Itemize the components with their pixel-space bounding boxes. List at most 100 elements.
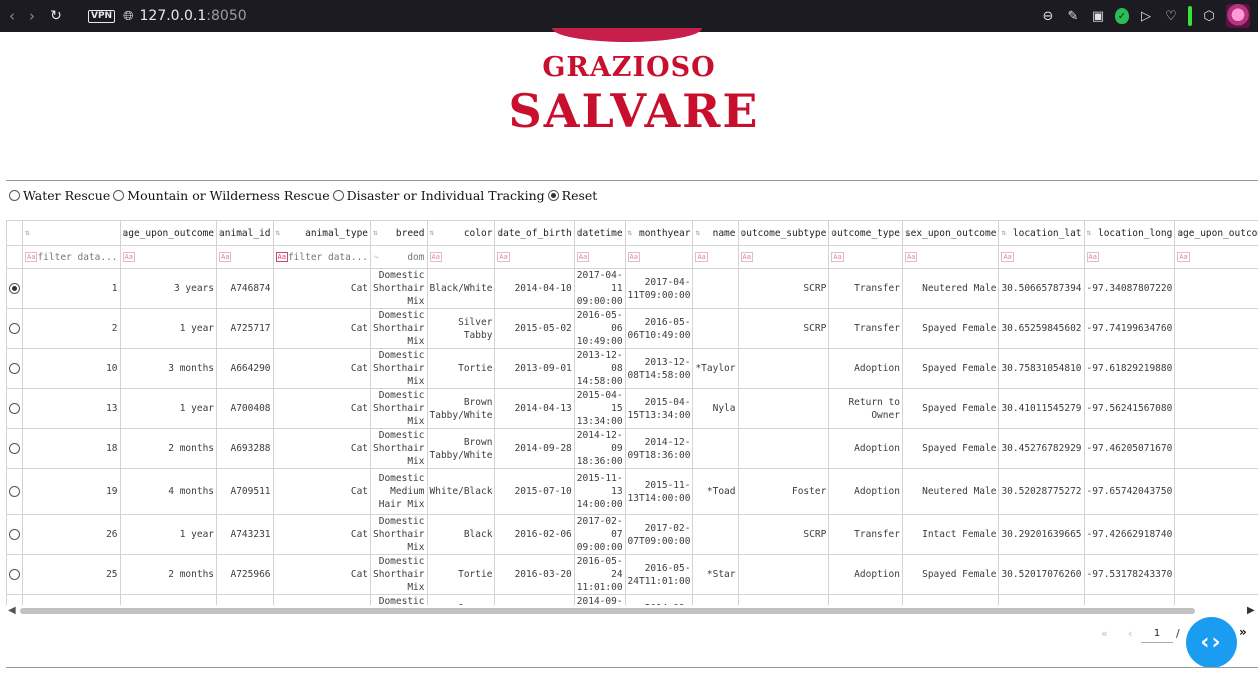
column-header[interactable]: ⇅ name — [692, 220, 739, 246]
table-row[interactable]: 323 monthsA687515CatDomestic Shorthair M… — [6, 594, 1258, 605]
column-header[interactable]: ⇅age_upon_outcome_in_weeks — [1174, 220, 1258, 246]
forward-icon[interactable]: › — [22, 7, 42, 25]
row-radio-button[interactable] — [9, 486, 20, 497]
case-sensitive-icon[interactable]: Aa — [695, 252, 708, 262]
row-radio-button[interactable] — [9, 569, 20, 580]
send-icon[interactable]: ▷ — [1138, 8, 1154, 24]
sort-icon[interactable]: ⇅ — [123, 228, 128, 237]
sort-icon[interactable]: ⇅ — [628, 228, 633, 237]
reload-icon[interactable]: ↻ — [46, 8, 66, 24]
sort-icon[interactable]: ⇅ — [695, 228, 700, 237]
first-page-button[interactable]: « — [1101, 627, 1108, 640]
filter-option[interactable]: Disaster or Individual Tracking — [332, 188, 545, 203]
row-select-cell[interactable] — [6, 308, 23, 349]
column-filter-cell[interactable]: Aa filter data... — [272, 245, 372, 269]
sort-icon[interactable]: ⇅ — [577, 228, 582, 237]
case-sensitive-icon[interactable]: Aa — [904, 252, 918, 262]
heart-icon[interactable]: ♡ — [1163, 8, 1179, 24]
table-row[interactable]: 21 year A725717 Cat Domestic Shorthair Mix S… — [6, 308, 1258, 349]
row-select-cell[interactable] — [6, 554, 23, 595]
table-row[interactable]: 26 1 year A743231 Cat Domestic Shorthair Mix… — [6, 514, 1258, 555]
column-header[interactable]: ⇅ datetime — [573, 220, 626, 246]
table-row[interactable]: 13 1 year A700408 Cat Domestic Shorthair Mix… — [6, 388, 1258, 429]
sort-icon[interactable]: ⇅ — [741, 228, 746, 237]
case-sensitive-icon[interactable]: Aa — [1001, 252, 1014, 262]
column-header[interactable]: ⇅ color — [426, 220, 496, 246]
case-sensitive-icon[interactable]: Aa — [740, 252, 753, 262]
camera-icon[interactable]: ▣ — [1090, 8, 1106, 24]
sort-icon[interactable]: ⇅ — [430, 228, 435, 237]
column-header[interactable]: ⇅ date_of_birth — [494, 220, 575, 246]
sort-icon[interactable]: ⇅ — [1177, 228, 1182, 237]
radio-button[interactable] — [332, 190, 344, 201]
page-number-input[interactable] — [1141, 624, 1173, 643]
previous-page-button[interactable]: ‹ — [1128, 627, 1132, 640]
last-page-button[interactable]: » — [1239, 625, 1247, 639]
column-filter-cell[interactable]: Aa — [901, 245, 1000, 269]
case-sensitive-icon[interactable]: Aa — [429, 252, 442, 262]
radio-button[interactable] — [113, 190, 125, 201]
row-radio-button[interactable] — [9, 529, 20, 540]
column-header[interactable]: ⇅ animal_id — [216, 220, 274, 246]
column-header[interactable]: ⇅ age_upon_outcome — [119, 220, 218, 246]
row-select-cell[interactable] — [6, 514, 23, 555]
sort-icon[interactable]: ⇅ — [219, 228, 224, 237]
column-filter-input[interactable]: filter data... — [37, 252, 117, 263]
sort-icon[interactable]: ⇅ — [905, 228, 910, 237]
row-select-cell[interactable] — [6, 428, 23, 469]
filter-option[interactable]: Mountain or Wilderness Rescue — [113, 188, 330, 203]
zoom-out-icon[interactable]: ⊖ — [1040, 8, 1056, 24]
row-radio-button[interactable] — [9, 443, 20, 454]
edit-icon[interactable]: ✎ — [1065, 8, 1081, 24]
row-select-cell[interactable] — [6, 468, 23, 515]
row-radio-button[interactable] — [9, 283, 20, 294]
avatar-icon[interactable] — [1226, 4, 1250, 28]
column-filter-cell[interactable]: Aa — [1174, 245, 1258, 269]
case-sensitive-icon[interactable]: Aa — [576, 252, 590, 262]
row-select-cell[interactable] — [6, 268, 23, 309]
scroll-left-icon[interactable]: ◀ — [8, 605, 16, 616]
column-filter-cell[interactable]: Aa — [624, 245, 694, 269]
column-header[interactable]: ⇅ location_lat — [998, 220, 1085, 246]
filter-option[interactable]: Reset — [547, 188, 597, 203]
shield-icon[interactable]: ✓ — [1115, 8, 1129, 24]
column-filter-input[interactable]: filter data... — [288, 252, 368, 263]
column-filter-cell[interactable]: ↪ dom — [370, 245, 428, 269]
case-sensitive-icon[interactable]: Aa — [831, 252, 844, 262]
case-sensitive-icon[interactable]: Aa — [25, 252, 38, 262]
sort-icon[interactable]: ⇅ — [25, 228, 30, 237]
table-row[interactable]: 13 years A746874 Cat Domestic Shorthair Mix… — [6, 268, 1258, 309]
box-icon[interactable]: ⬡ — [1201, 8, 1217, 24]
back-icon[interactable]: ‹ — [2, 7, 22, 25]
column-filter-cell[interactable]: Aa filter data... — [22, 245, 121, 269]
column-filter-cell[interactable]: Aa — [216, 245, 274, 269]
row-radio-button[interactable] — [9, 363, 20, 374]
sort-icon[interactable]: ⇅ — [497, 228, 502, 237]
sort-icon[interactable]: ⇅ — [1087, 228, 1092, 237]
case-sensitive-icon[interactable]: Aa — [627, 252, 640, 262]
column-filter-cell[interactable]: Aa — [1083, 245, 1176, 269]
table-row[interactable]: 25 2 months A725966 Cat Domestic Shorthair M… — [6, 554, 1258, 595]
table-row[interactable]: 18 2 months A693288 Cat Domestic Shorthair M… — [6, 428, 1258, 469]
case-sensitive-icon[interactable]: Aa — [1086, 252, 1099, 262]
column-filter-cell[interactable]: Aa — [119, 245, 218, 269]
sort-icon[interactable]: ⇅ — [1001, 228, 1006, 237]
vpn-badge[interactable]: VPN — [88, 9, 116, 23]
column-header[interactable]: ⇅ — [22, 220, 121, 246]
table-row[interactable]: 10 3 months A664290 Cat Domestic Shorthair M… — [6, 348, 1258, 389]
case-sensitive-icon[interactable]: Aa — [122, 252, 135, 262]
scroll-right-icon[interactable]: ▶ — [1247, 605, 1255, 616]
column-filter-cell[interactable]: Aa — [998, 245, 1085, 269]
table-row[interactable]: 19 4 months A709511 Cat Domestic Medium Hair… — [6, 468, 1258, 515]
case-sensitive-icon[interactable]: Aa — [497, 252, 510, 262]
case-sensitive-icon[interactable]: Aa — [275, 252, 288, 262]
column-filter-cell[interactable]: Aa — [426, 245, 496, 269]
column-header[interactable]: ⇅ breed — [370, 220, 428, 246]
case-sensitive-icon[interactable]: ↪ — [373, 253, 379, 261]
case-sensitive-icon[interactable]: Aa — [219, 252, 232, 262]
sort-icon[interactable]: ⇅ — [276, 228, 281, 237]
row-select-cell[interactable] — [6, 348, 23, 389]
column-filter-cell[interactable]: Aa — [828, 245, 903, 269]
filter-option[interactable]: Water Rescue — [9, 188, 110, 203]
column-header[interactable]: ⇅ animal_type — [272, 220, 372, 246]
